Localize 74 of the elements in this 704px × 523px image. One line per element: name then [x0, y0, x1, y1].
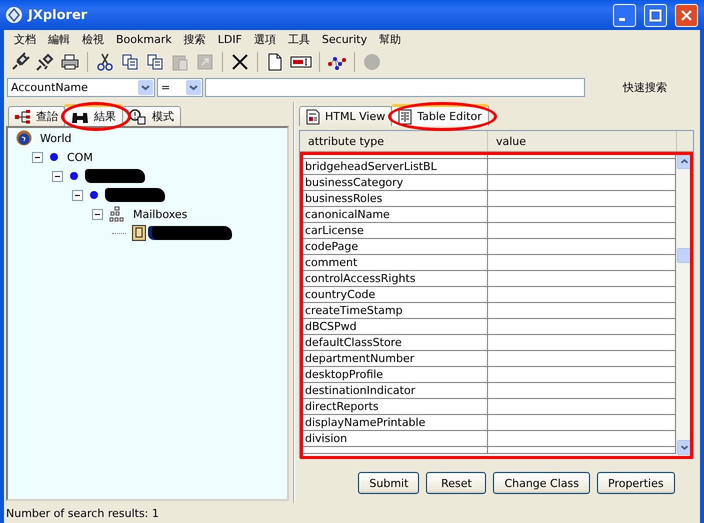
table-cell[interactable]: bridgeheadServerListBL — [300, 159, 488, 174]
app-logo-icon — [6, 7, 22, 23]
tree-node[interactable]: World — [38, 132, 74, 144]
change-class-button[interactable]: Change Class — [493, 472, 590, 494]
table-cell[interactable]: comment — [300, 255, 488, 270]
table-cell[interactable]: directReports — [300, 399, 488, 414]
table-cell[interactable]: desktopProfile — [300, 367, 488, 382]
table-cell[interactable]: departmentNumber — [300, 351, 488, 366]
document-icon — [306, 108, 320, 124]
table-cell[interactable]: canonicalName — [300, 207, 488, 222]
table-cell[interactable]: destinationIndicator — [300, 383, 488, 398]
tree-icon — [15, 110, 31, 124]
table-cell[interactable]: controlAccessRights — [300, 271, 488, 286]
person-icon — [132, 225, 146, 241]
magnifier-document-icon — [129, 108, 147, 124]
printer-icon[interactable] — [60, 52, 80, 72]
tree-node[interactable]: COM — [65, 150, 95, 164]
menu-item[interactable]: LDIF — [212, 32, 248, 46]
menu-item[interactable]: 文档 — [8, 32, 42, 46]
attribute-dropdown[interactable]: AccountName — [7, 78, 155, 96]
table-cell[interactable]: defaultClassStore — [300, 335, 488, 350]
menu-item[interactable]: Security — [316, 32, 374, 46]
menu-item[interactable]: 編輯 — [42, 32, 76, 46]
table-cell[interactable]: businessCategory — [300, 175, 488, 190]
table-document-icon — [398, 108, 412, 124]
minimize-icon — [619, 18, 625, 20]
table-cell[interactable]: codePage — [300, 239, 488, 254]
maximize-button[interactable] — [644, 4, 667, 26]
menu-item[interactable]: 工具 — [282, 32, 316, 46]
table-cell[interactable]: displayNamePrintable — [300, 415, 488, 430]
form-button[interactable]: Submit — [358, 472, 420, 494]
form-button[interactable]: Reset — [426, 472, 486, 494]
tree-node[interactable]: Mailboxes — [131, 208, 190, 220]
collapse-icon[interactable] — [52, 170, 63, 182]
unplug-icon[interactable] — [35, 52, 55, 72]
window-title: JXplorer — [28, 8, 88, 22]
copy-icon[interactable] — [120, 52, 140, 72]
operator-dropdown[interactable]: = — [157, 78, 203, 96]
search-field[interactable] — [205, 78, 585, 96]
close-button[interactable] — [675, 4, 698, 26]
menu-item[interactable]: 搜索 — [178, 32, 212, 46]
maximize-icon — [649, 8, 662, 22]
change-class-button[interactable]: Properties — [597, 472, 675, 494]
close-icon — [680, 8, 693, 22]
delete-icon[interactable] — [230, 52, 250, 72]
tab[interactable]: 查詒 — [8, 106, 65, 126]
tab[interactable]: HTML View — [299, 106, 392, 126]
minimize-button[interactable] — [613, 4, 636, 26]
table-cell[interactable]: carLicense — [300, 223, 488, 238]
quick-search-label[interactable]: 快速搜索 — [623, 80, 667, 94]
tab[interactable]: 模式 — [122, 106, 181, 126]
scissors-icon[interactable] — [95, 52, 115, 72]
table-cell[interactable]: createTimeStamp — [300, 303, 488, 318]
column-header[interactable]: attribute type — [300, 131, 488, 151]
globe-icon — [16, 130, 32, 146]
table-cell[interactable]: division — [300, 431, 488, 446]
status-text: Number of search results: 1 — [5, 506, 160, 522]
table-cell[interactable]: countryCode — [300, 287, 488, 302]
hierarchy-icon — [109, 206, 125, 222]
collapse-icon[interactable] — [72, 190, 83, 200]
menu-item[interactable]: 幫助 — [373, 32, 408, 46]
menu-item[interactable]: Bookmark — [110, 32, 178, 46]
collapse-icon[interactable] — [92, 208, 103, 220]
menu-item[interactable]: 選項 — [248, 32, 282, 46]
column-header[interactable]: value — [488, 131, 677, 151]
dot-icon — [89, 190, 99, 200]
plug-icon[interactable] — [10, 52, 30, 72]
dot-icon — [69, 171, 79, 181]
collapse-icon[interactable] — [32, 152, 43, 162]
table-cell[interactable]: dBCSPwd — [300, 319, 488, 334]
dot-icon — [49, 152, 59, 162]
table-cell[interactable]: businessRoles — [300, 191, 488, 206]
menu-item[interactable]: 檢視 — [76, 32, 110, 46]
copy-icon[interactable] — [145, 52, 165, 72]
